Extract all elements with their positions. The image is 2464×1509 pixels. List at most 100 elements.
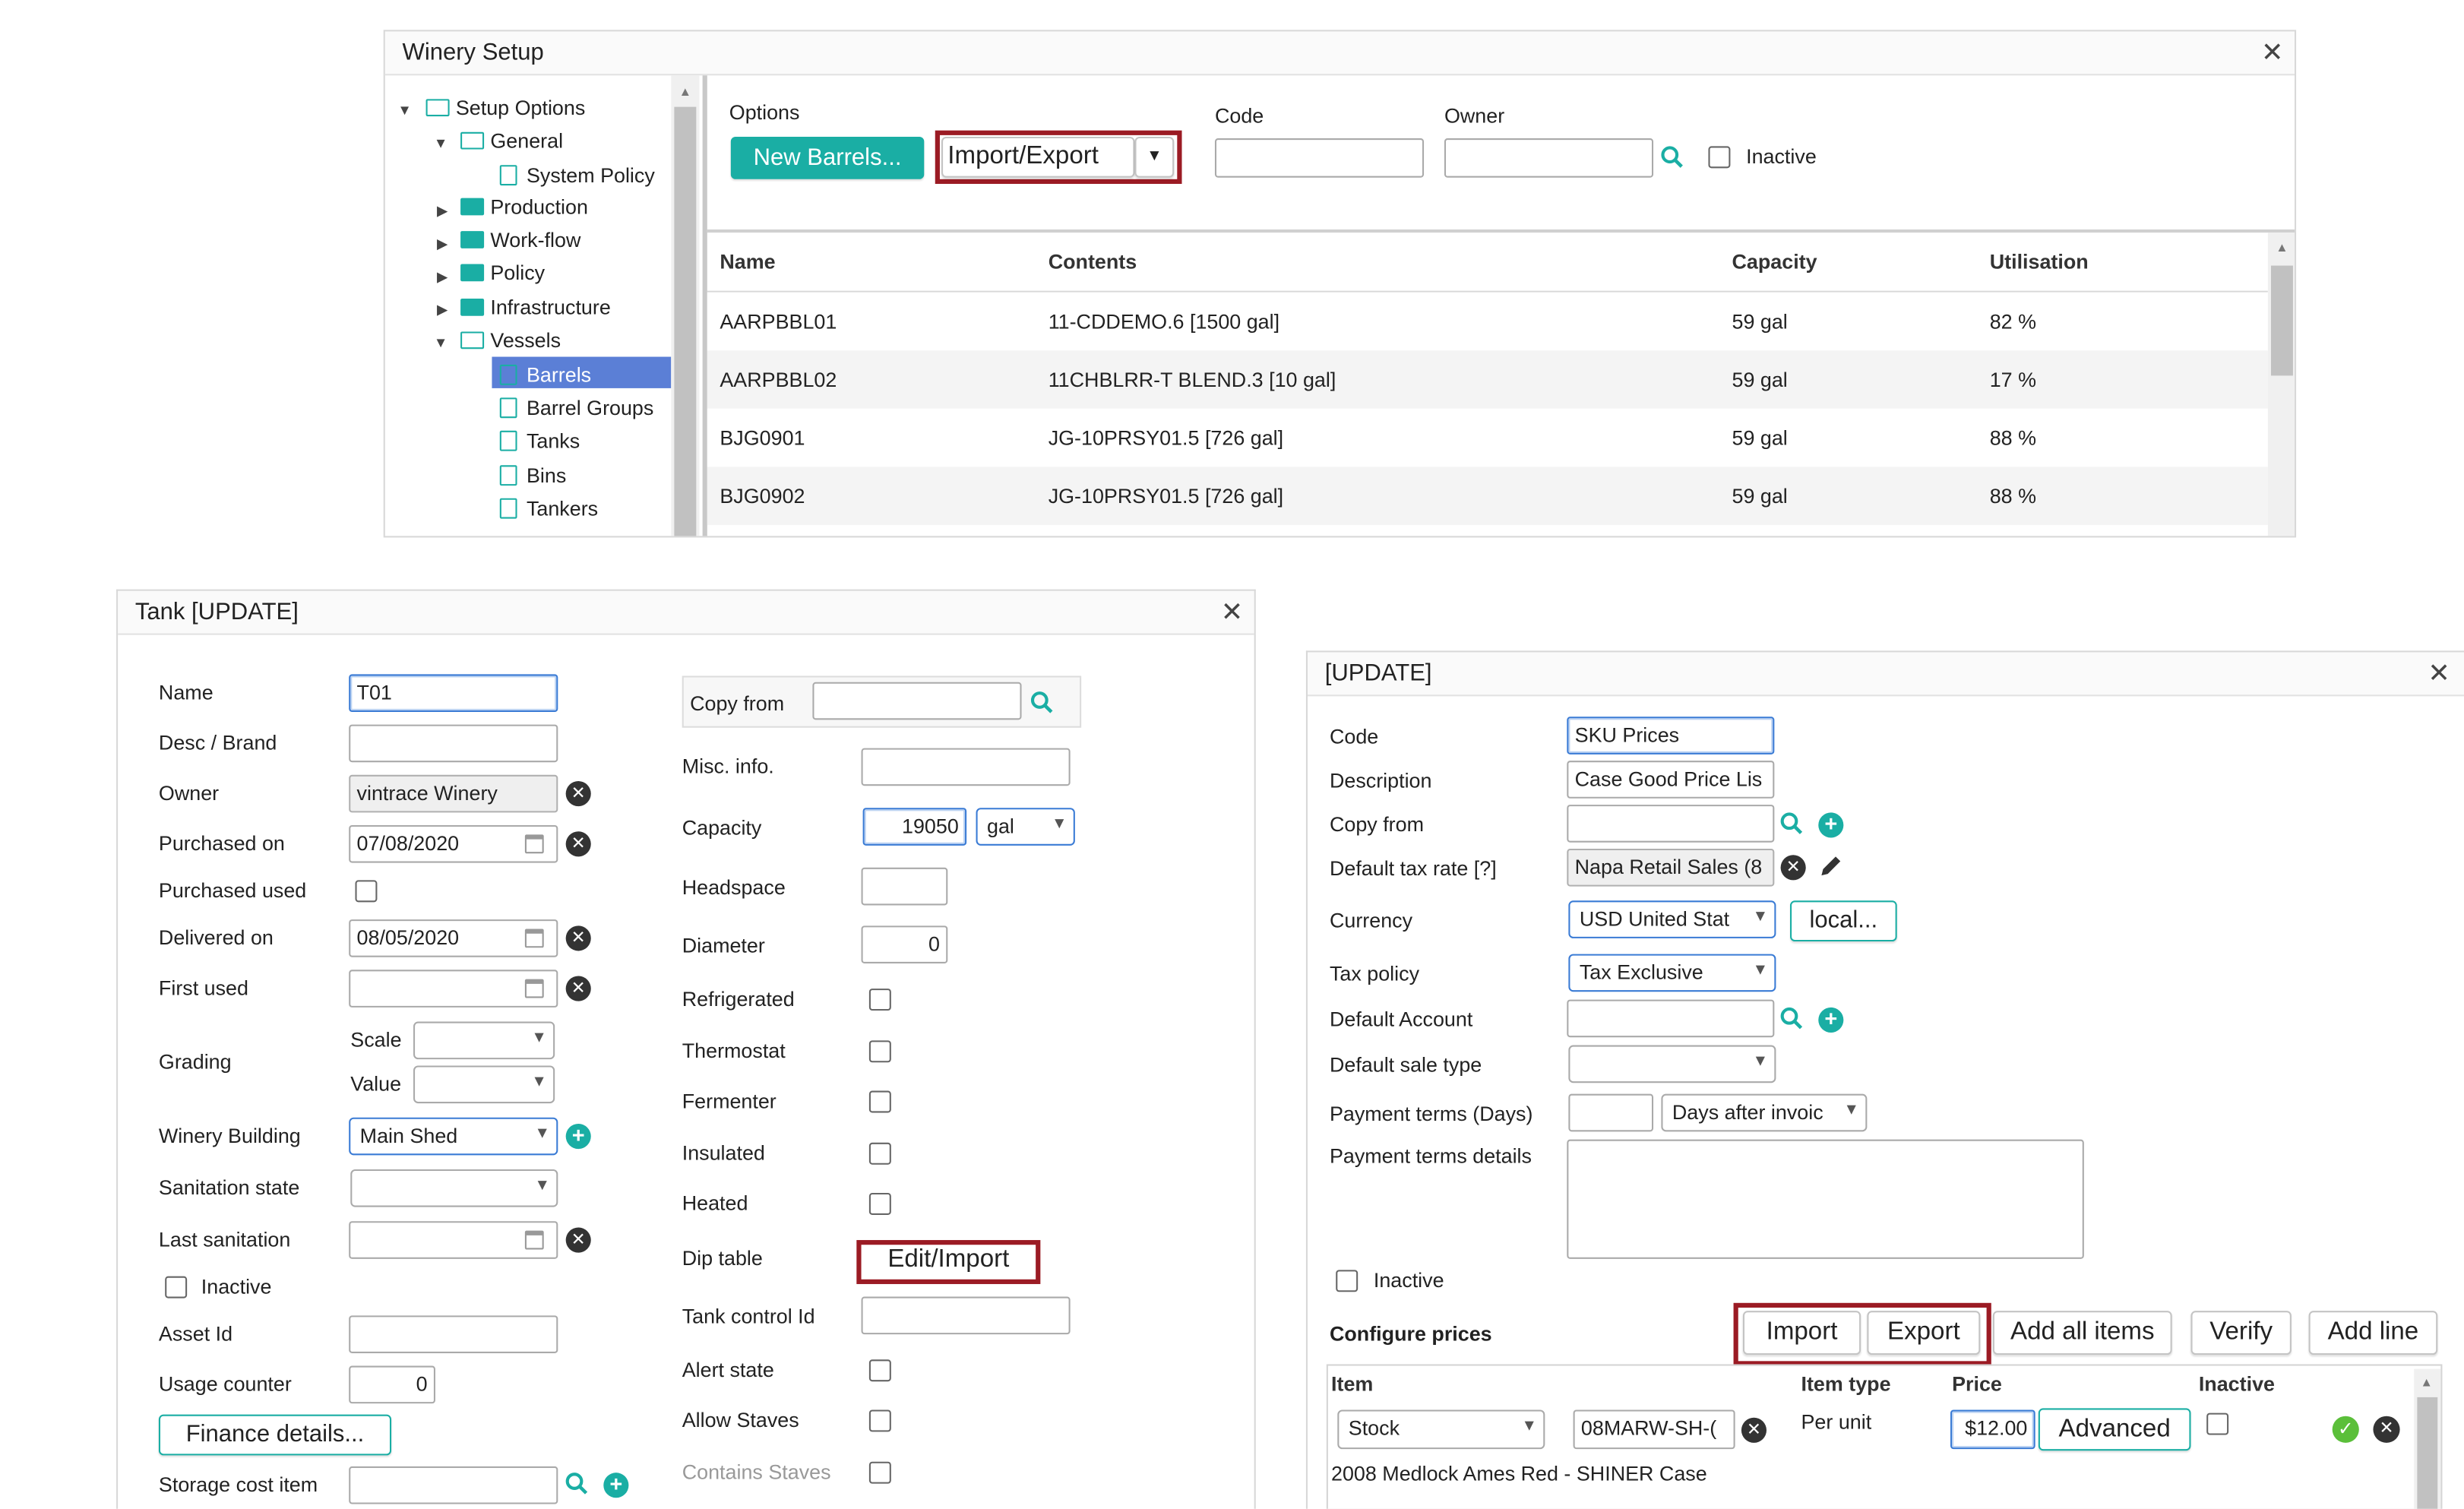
- thermostat-checkbox[interactable]: [868, 1040, 891, 1063]
- refrigerated-checkbox[interactable]: [868, 989, 891, 1011]
- collapsed-arrow-icon[interactable]: ▶: [437, 269, 448, 286]
- row-inactive-checkbox[interactable]: [2206, 1413, 2229, 1435]
- col-header-capacity[interactable]: Capacity: [1732, 250, 1817, 274]
- search-icon[interactable]: [565, 1471, 590, 1496]
- col-header-price[interactable]: Price: [1952, 1372, 2002, 1396]
- copy-from-input[interactable]: [812, 682, 1022, 720]
- scrollbar-thumb[interactable]: [2270, 265, 2293, 376]
- table-row[interactable]: AARPBBL01 11-CDDEMO.6 [1500 gal] 59 gal …: [707, 292, 2268, 351]
- col-header-utilisation[interactable]: Utilisation: [1990, 250, 2089, 274]
- copy-from-input[interactable]: [1567, 805, 1775, 843]
- chevron-down-icon[interactable]: ▼: [1134, 136, 1175, 178]
- tree-item-production[interactable]: Production: [460, 195, 588, 219]
- new-barrels-button[interactable]: New Barrels...: [730, 136, 925, 179]
- sanitation-state-select[interactable]: ▼: [350, 1169, 558, 1207]
- purchased-used-checkbox[interactable]: [355, 880, 378, 903]
- capacity-input[interactable]: 19050: [862, 808, 967, 846]
- tree-item-vessels[interactable]: Vessels: [460, 328, 561, 352]
- search-icon[interactable]: [1659, 144, 1684, 169]
- import-button[interactable]: Import: [1742, 1311, 1861, 1356]
- tax-policy-select[interactable]: Tax Exclusive ▼: [1568, 954, 1776, 992]
- add-icon[interactable]: +: [1818, 811, 1844, 838]
- grid-scrollbar[interactable]: ▲: [2414, 1368, 2441, 1509]
- inactive-checkbox[interactable]: [1708, 146, 1731, 169]
- close-icon[interactable]: ✕: [2428, 660, 2450, 687]
- edit-import-button[interactable]: Edit/Import: [863, 1245, 1034, 1280]
- tree-item-general[interactable]: General: [460, 129, 563, 153]
- calendar-icon[interactable]: [524, 834, 544, 854]
- clear-icon[interactable]: ✕: [565, 925, 591, 951]
- delete-row-icon[interactable]: ✕: [2373, 1416, 2400, 1443]
- clear-icon[interactable]: ✕: [565, 831, 591, 857]
- tree-item-system-policy[interactable]: System Policy: [499, 162, 655, 187]
- tree-item-barrels[interactable]: Barrels: [499, 362, 591, 387]
- search-icon[interactable]: [1779, 811, 1805, 836]
- check-icon[interactable]: ✓: [2332, 1416, 2359, 1443]
- col-header-item-type[interactable]: Item type: [1801, 1372, 1891, 1396]
- add-icon[interactable]: +: [603, 1472, 629, 1498]
- tank-control-id-input[interactable]: [861, 1296, 1071, 1335]
- payment-terms-type-select[interactable]: Days after invoic ▼: [1661, 1093, 1868, 1132]
- add-line-button[interactable]: Add line: [2308, 1311, 2438, 1356]
- add-icon[interactable]: +: [565, 1123, 591, 1150]
- scroll-up-icon[interactable]: ▲: [2276, 240, 2288, 255]
- collapsed-arrow-icon[interactable]: ▶: [437, 236, 448, 253]
- description-input[interactable]: Case Good Price Lis: [1567, 761, 1775, 799]
- col-header-inactive[interactable]: Inactive: [2199, 1372, 2275, 1396]
- close-icon[interactable]: ✕: [1221, 599, 1243, 625]
- currency-select[interactable]: USD United Stat ▼: [1568, 900, 1776, 938]
- heated-checkbox[interactable]: [868, 1192, 891, 1215]
- name-input[interactable]: T01: [349, 674, 558, 713]
- tree-item-bins[interactable]: Bins: [499, 462, 566, 487]
- table-row[interactable]: BJG0901 JG-10PRSY01.5 [726 gal] 59 gal 8…: [707, 408, 2268, 467]
- calendar-icon[interactable]: [524, 928, 544, 948]
- tree-scrollbar[interactable]: ▲: [671, 75, 700, 536]
- add-icon[interactable]: +: [1818, 1007, 1844, 1033]
- scrollbar-thumb[interactable]: [2417, 1397, 2438, 1509]
- misc-info-input[interactable]: [861, 748, 1071, 786]
- alert-state-checkbox[interactable]: [868, 1359, 891, 1382]
- expand-arrow-icon[interactable]: ▼: [434, 135, 448, 151]
- table-row[interactable]: BJG0902 JG-10PRSY01.5 [726 gal] 59 gal 8…: [707, 467, 2268, 525]
- col-header-contents[interactable]: Contents: [1049, 250, 1137, 274]
- price-input[interactable]: $12.00: [1950, 1409, 2035, 1450]
- winery-building-select[interactable]: Main Shed ▼: [349, 1117, 558, 1156]
- inactive-checkbox[interactable]: [1336, 1270, 1359, 1292]
- local-button[interactable]: local...: [1790, 900, 1897, 942]
- insulated-checkbox[interactable]: [868, 1142, 891, 1165]
- scrollbar-thumb[interactable]: [674, 106, 697, 536]
- allow-staves-checkbox[interactable]: [868, 1409, 891, 1432]
- headspace-input[interactable]: [861, 867, 948, 906]
- default-tax-rate-input[interactable]: Napa Retail Sales (8: [1567, 848, 1775, 887]
- owner-input[interactable]: [1444, 138, 1654, 178]
- tree-item-infrastructure[interactable]: Infrastructure: [460, 296, 611, 319]
- tree-item-policy[interactable]: Policy: [460, 261, 545, 284]
- collapsed-arrow-icon[interactable]: ▶: [437, 203, 448, 220]
- tree-item-setup-options[interactable]: Setup Options: [425, 96, 585, 119]
- tree-item-tanks[interactable]: Tanks: [499, 428, 580, 453]
- capacity-unit-select[interactable]: gal ▼: [976, 808, 1075, 846]
- table-row[interactable]: AARPBBL02 11CHBLRR-T BLEND.3 [10 gal] 59…: [707, 350, 2268, 409]
- tree-item-tankers[interactable]: Tankers: [499, 495, 598, 520]
- col-header-item[interactable]: Item: [1331, 1372, 1373, 1396]
- col-header-name[interactable]: Name: [720, 250, 775, 274]
- clear-icon[interactable]: ✕: [1741, 1417, 1767, 1443]
- contains-staves-checkbox[interactable]: [868, 1461, 891, 1484]
- clear-icon[interactable]: ✕: [1780, 855, 1806, 881]
- verify-button[interactable]: Verify: [2190, 1311, 2292, 1356]
- advanced-button[interactable]: Advanced: [2038, 1408, 2191, 1451]
- clear-icon[interactable]: ✕: [565, 1227, 591, 1253]
- diameter-input[interactable]: 0: [861, 925, 948, 963]
- search-icon[interactable]: [1030, 690, 1055, 715]
- payment-terms-details-textarea[interactable]: [1567, 1139, 2084, 1259]
- scroll-up-icon[interactable]: ▲: [679, 85, 691, 100]
- storage-cost-item-input[interactable]: [349, 1466, 558, 1504]
- scale-select[interactable]: ▼: [413, 1021, 555, 1060]
- stock-type-select[interactable]: Stock ▼: [1337, 1409, 1545, 1450]
- default-account-input[interactable]: [1567, 999, 1775, 1038]
- tree-item-work-flow[interactable]: Work-flow: [460, 228, 580, 251]
- asset-id-input[interactable]: [349, 1315, 558, 1353]
- code-input[interactable]: SKU Prices: [1567, 717, 1775, 754]
- export-button[interactable]: Export: [1867, 1311, 1981, 1356]
- item-code-input[interactable]: 08MARW-SH-(: [1573, 1409, 1735, 1450]
